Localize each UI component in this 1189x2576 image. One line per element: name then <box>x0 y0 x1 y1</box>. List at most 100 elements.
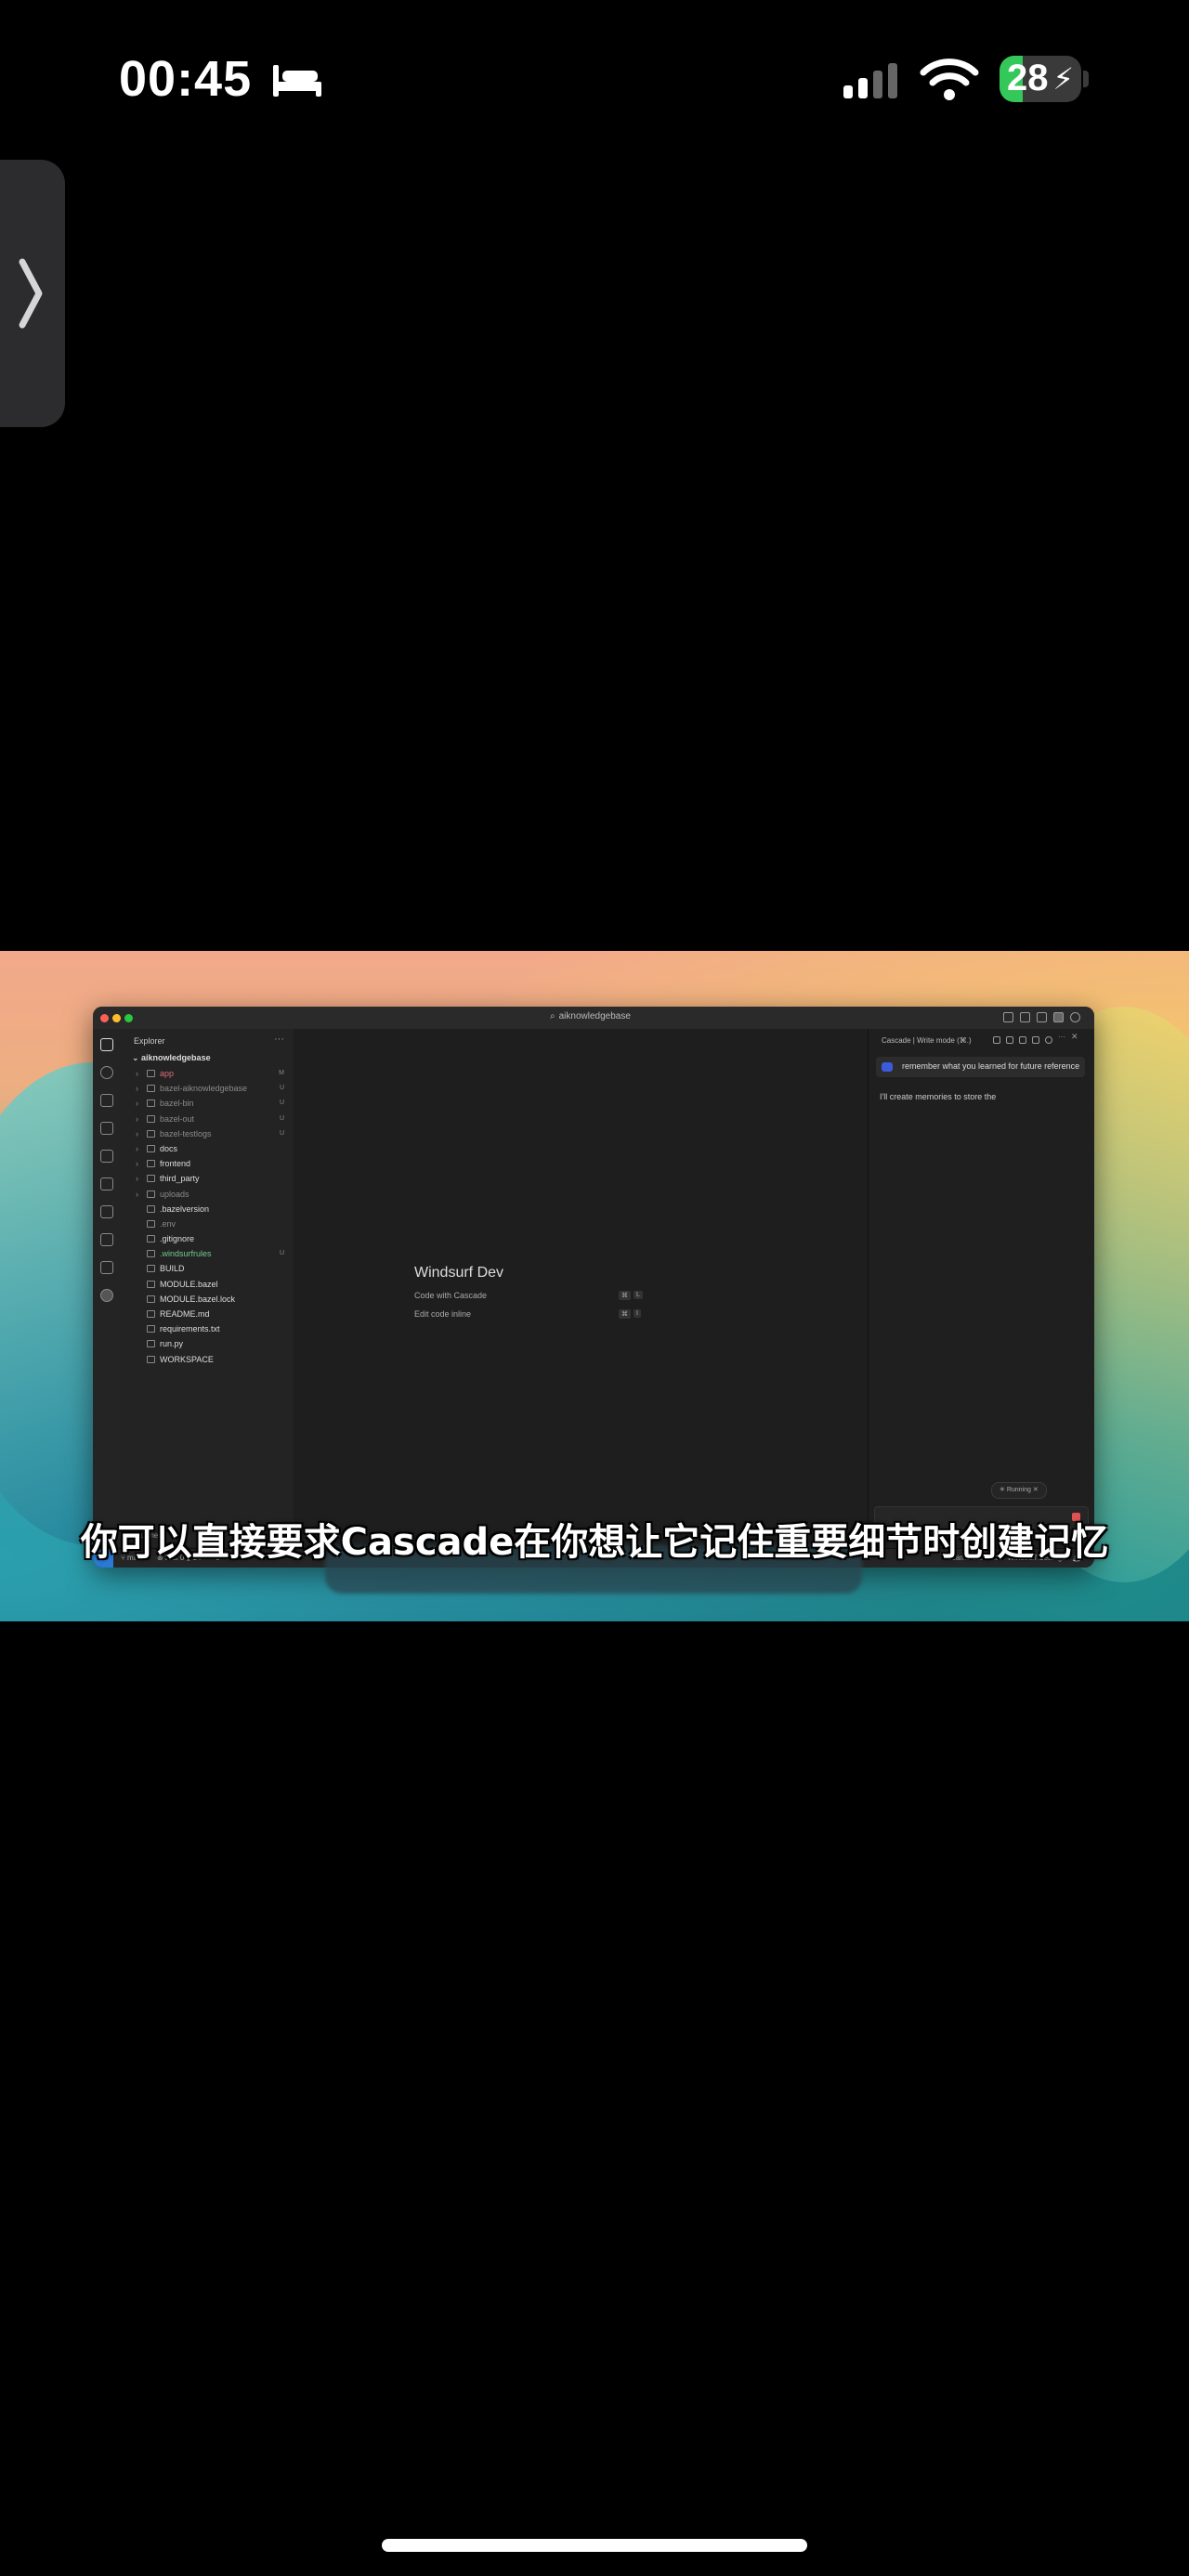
tree-item[interactable]: .gitignore <box>121 1231 294 1246</box>
tree-item[interactable]: › bazel-testlogs U <box>121 1126 294 1141</box>
tree-item[interactable]: requirements.txt <box>121 1321 294 1336</box>
tree-item[interactable]: › uploads <box>121 1187 294 1202</box>
clock-icon[interactable] <box>1045 1036 1052 1044</box>
tree-item[interactable]: .windsurfrules U <box>121 1246 294 1261</box>
chevron-right-icon: › <box>136 1159 138 1169</box>
ide-window: ⌕ aiknowledgebase Explorer ··· ⌄ aiknowle… <box>93 1007 1094 1568</box>
code-with-cascade-action[interactable]: Code with Cascade <box>414 1291 487 1300</box>
bolt-icon: ⚡ <box>1052 62 1074 96</box>
battery-level: 28 <box>1007 58 1049 98</box>
new-chat-icon[interactable] <box>1032 1036 1039 1044</box>
tree-item[interactable]: run.py <box>121 1336 294 1351</box>
tree-item[interactable]: › bazel-aiknowledgebase U <box>121 1081 294 1096</box>
more-icon[interactable]: ··· <box>1058 1033 1065 1041</box>
folder-icon <box>147 1144 155 1152</box>
tree-item[interactable]: › docs <box>121 1141 294 1156</box>
source-control-icon[interactable] <box>100 1094 113 1107</box>
file-icon <box>147 1235 155 1243</box>
tree-item-label: requirements.txt <box>160 1324 220 1334</box>
testing-icon[interactable] <box>100 1205 113 1218</box>
toggle-sidebar-icon[interactable] <box>1003 1012 1013 1022</box>
folder-icon <box>147 1175 155 1183</box>
chevron-right-icon: › <box>136 1128 138 1138</box>
status-time: 00:45 <box>119 51 253 107</box>
shortcut-key: L <box>634 1291 643 1299</box>
tree-item[interactable]: › bazel-out U <box>121 1112 294 1126</box>
welcome-title: Windsurf Dev <box>414 1265 504 1281</box>
file-tree: › app M › bazel-aiknowledgebase U › bazel-bin U ›… <box>121 1066 294 1367</box>
tree-item[interactable]: › bazel-bin U <box>121 1096 294 1111</box>
tree-item-label: .env <box>160 1218 176 1229</box>
toggle-secondary-icon[interactable] <box>1037 1012 1047 1022</box>
video-frame[interactable]: ⌕ aiknowledgebase Explorer ··· ⌄ aiknowle… <box>0 951 1189 1621</box>
tree-item-label: uploads <box>160 1189 189 1199</box>
file-icon <box>147 1355 155 1363</box>
profile-icon[interactable] <box>100 1289 113 1302</box>
toggle-panel-icon[interactable] <box>1020 1012 1030 1022</box>
git-status-badge: U <box>279 1085 284 1092</box>
history-icon[interactable] <box>993 1036 1000 1044</box>
layout-icon[interactable] <box>1053 1012 1064 1022</box>
home-indicator[interactable] <box>382 2539 807 2552</box>
git-graph-icon[interactable] <box>100 1233 113 1246</box>
tree-item-label: .windsurfrules <box>160 1249 212 1259</box>
tree-item[interactable]: › app M <box>121 1066 294 1081</box>
run-debug-icon[interactable] <box>100 1122 113 1135</box>
tree-item-label: .gitignore <box>160 1234 195 1244</box>
tree-item[interactable]: MODULE.bazel <box>121 1277 294 1292</box>
account-icon[interactable] <box>1070 1012 1080 1022</box>
tree-item-label: app <box>160 1069 175 1078</box>
windsurf-icon[interactable] <box>100 1261 113 1274</box>
remote-explorer-icon[interactable] <box>100 1150 113 1163</box>
shortcut-key: I <box>634 1309 641 1318</box>
git-status-badge: U <box>279 1099 284 1107</box>
tree-item-label: bazel-testlogs <box>160 1128 212 1138</box>
video-subtitle: 你可以直接要求Cascade在你想让它记住重要细节时创建记忆 <box>80 1521 1109 1564</box>
file-icon <box>147 1310 155 1318</box>
wifi-icon <box>920 59 979 100</box>
file-icon <box>147 1340 155 1348</box>
folder-icon <box>147 1190 155 1198</box>
user-avatar <box>882 1062 893 1072</box>
chevron-right-icon: › <box>136 1084 138 1094</box>
battery-cap <box>1083 71 1089 87</box>
tree-item[interactable]: › frontend <box>121 1156 294 1171</box>
side-panel-handle[interactable] <box>0 160 65 427</box>
tree-item[interactable]: README.md <box>121 1307 294 1321</box>
workspace-root[interactable]: ⌄ aiknowledgebase <box>132 1053 211 1063</box>
tree-item-label: MODULE.bazel.lock <box>160 1294 236 1304</box>
cancel-icon: ✕ <box>1032 1487 1039 1493</box>
bed-icon <box>273 65 321 97</box>
edit-code-inline-action[interactable]: Edit code inline <box>414 1309 471 1319</box>
tree-item[interactable]: MODULE.bazel.lock <box>121 1292 294 1307</box>
git-status-badge: U <box>279 1114 284 1122</box>
settings-icon[interactable] <box>1019 1036 1026 1044</box>
tree-item[interactable]: › third_party <box>121 1171 294 1186</box>
tree-item[interactable]: WORKSPACE <box>121 1352 294 1367</box>
tree-item[interactable]: BUILD <box>121 1261 294 1276</box>
close-icon[interactable]: ✕ <box>1071 1032 1078 1041</box>
running-indicator[interactable]: ✳ Running ✕ <box>991 1482 1047 1499</box>
zoom-window-button[interactable] <box>124 1014 133 1022</box>
tree-item[interactable]: .bazelversion <box>121 1202 294 1216</box>
close-window-button[interactable] <box>100 1014 109 1022</box>
explorer-title: Explorer <box>134 1036 165 1046</box>
file-icon <box>147 1265 155 1273</box>
file-icon <box>147 1250 155 1258</box>
assistant-reply: I'll create memories to store the <box>880 1092 997 1101</box>
tree-item-label: third_party <box>160 1174 200 1184</box>
shortcut-key: ⌘ <box>619 1291 631 1300</box>
search-icon[interactable] <box>100 1066 113 1079</box>
tools-icon[interactable] <box>1006 1036 1013 1044</box>
chevron-right-icon: › <box>136 1069 138 1078</box>
explorer-icon[interactable] <box>100 1038 113 1051</box>
tree-item[interactable]: .env <box>121 1216 294 1231</box>
more-actions-icon[interactable]: ··· <box>274 1034 284 1045</box>
tree-item-label: bazel-aiknowledgebase <box>160 1084 248 1094</box>
search-label: aiknowledgebase <box>558 1011 631 1021</box>
command-search[interactable]: ⌕ aiknowledgebase <box>546 1011 631 1021</box>
user-message-text: remember what you learned for future ref… <box>902 1061 1080 1071</box>
minimize-window-button[interactable] <box>112 1014 121 1022</box>
folder-icon <box>147 1070 155 1077</box>
extensions-icon[interactable] <box>100 1177 113 1190</box>
